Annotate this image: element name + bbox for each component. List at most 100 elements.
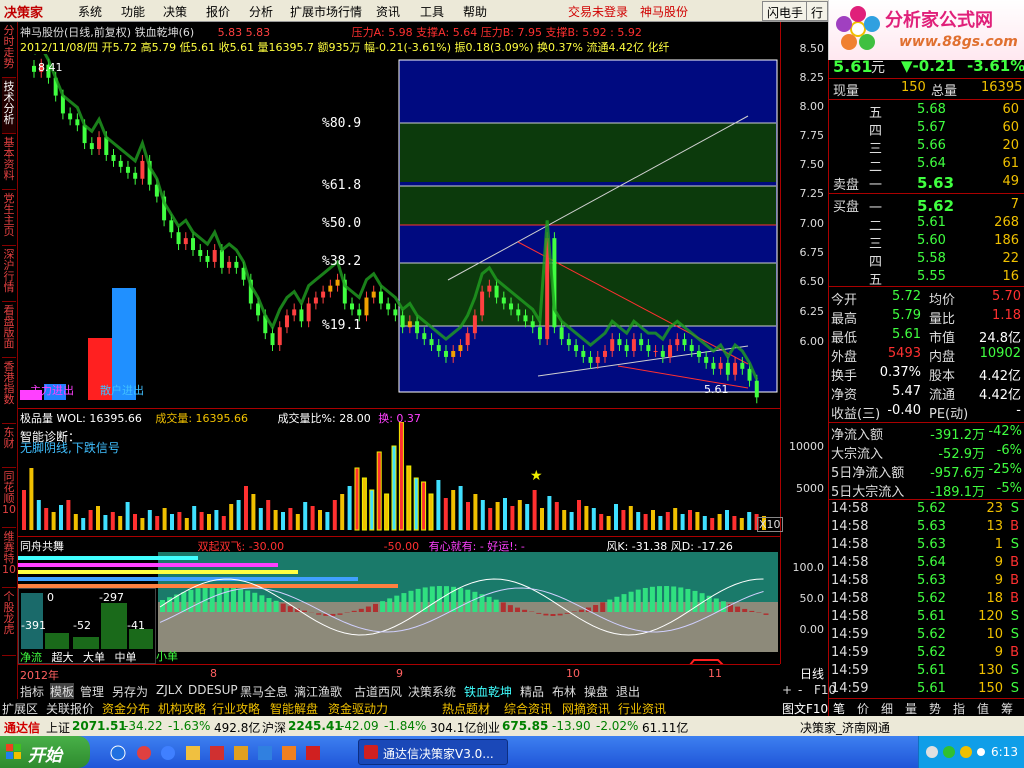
menu-decision[interactable]: 决策 <box>163 3 187 20</box>
volume-bar <box>695 512 700 530</box>
left-tab-basic[interactable]: 基本资料 <box>2 134 16 190</box>
quote-tab[interactable]: 笔 <box>833 700 845 717</box>
left-tab-hk[interactable]: 香港指数 <box>2 358 16 424</box>
left-tab-tech[interactable]: 技术分析 <box>2 78 16 134</box>
menu-info[interactable]: 资讯 <box>376 3 400 20</box>
menu-function[interactable]: 功能 <box>121 3 145 20</box>
candle-body <box>357 309 362 316</box>
start-button[interactable]: 开始 <box>0 736 90 768</box>
flow-bar <box>763 613 769 615</box>
menu-quote[interactable]: 报价 <box>206 3 230 20</box>
left-tab-east[interactable]: 东财 <box>2 424 16 468</box>
volume-bar <box>332 500 337 530</box>
extension-tab[interactable]: 行业资讯 <box>618 700 666 717</box>
indicator-tab[interactable]: 模板 <box>50 683 75 700</box>
menu-analysis[interactable]: 分析 <box>249 3 273 20</box>
extension-tab[interactable]: 智能解盘 <box>270 700 318 717</box>
quote-tab[interactable]: 值 <box>977 700 989 717</box>
quicklaunch-icons[interactable] <box>110 744 340 762</box>
brand-url[interactable]: www.88gs.com <box>899 34 1018 50</box>
volume-bar <box>406 465 412 531</box>
candle-body <box>509 303 514 310</box>
extension-tab[interactable]: 关联报价 <box>46 700 94 717</box>
extension-tab[interactable]: 资金分布 <box>102 700 150 717</box>
menu-more-button[interactable]: 行 <box>806 1 828 21</box>
tick-price: 5.61 <box>917 609 946 624</box>
candle-body <box>111 154 116 161</box>
extension-tab[interactable]: 网摘资讯 <box>562 700 610 717</box>
flow-bar <box>216 586 222 612</box>
left-tab-timeshare[interactable]: 分时走势 <box>2 22 16 78</box>
indicator-tab[interactable]: 管理 <box>80 683 104 700</box>
left-tab-market[interactable]: 深沪行情 <box>2 246 16 302</box>
brand-title: 分析家公式网 <box>885 10 993 31</box>
x10-button[interactable]: X10 <box>757 517 783 532</box>
kline-chart-area[interactable]: 神马股份(日线,前复权) 铁血乾坤(6) 5.83 5.83 压力A: 5.98… <box>18 22 780 682</box>
flow-box-v2: -297 <box>99 591 124 604</box>
quote-tab[interactable]: 指 <box>953 700 965 717</box>
candle-body <box>212 250 217 262</box>
quote-tab[interactable]: 量 <box>905 700 917 717</box>
volume-bar <box>510 506 515 530</box>
chart-control-button[interactable]: + <box>782 683 792 697</box>
left-tab-dragon[interactable]: 个股龙虎 <box>2 588 16 656</box>
flow-bar <box>564 612 570 614</box>
menu-help[interactable]: 帮助 <box>463 3 487 20</box>
quote-tab[interactable]: 筹 <box>1001 700 1013 717</box>
extension-tab[interactable]: 行业攻略 <box>212 700 260 717</box>
volume-bar <box>710 518 715 530</box>
login-status[interactable]: 交易未登录 <box>568 3 628 20</box>
quote-tab[interactable]: 价 <box>857 700 869 717</box>
stat-label: 流通 <box>929 388 956 403</box>
sz-label: 沪深 <box>262 721 287 735</box>
sz-pct: -1.84% <box>384 719 427 733</box>
volume-bar <box>125 502 130 530</box>
menu-ext-market[interactable]: 扩展市场行情 <box>290 3 362 20</box>
menu-tools[interactable]: 工具 <box>420 3 444 20</box>
volume-bar <box>628 506 633 530</box>
left-tab-home[interactable]: 党生主页 <box>2 190 16 246</box>
extension-tab[interactable]: 机构攻略 <box>158 700 206 717</box>
server-name[interactable]: 决策家_济南网通 <box>800 719 890 736</box>
quote-tab[interactable]: 势 <box>929 700 941 717</box>
indicator-tab[interactable]: 另存为 <box>112 683 148 700</box>
extension-tab[interactable]: 扩展区 <box>2 700 38 717</box>
period-daily[interactable]: 日线 <box>800 665 824 682</box>
indicator-tab[interactable]: 铁血乾坤 <box>464 683 512 700</box>
indicator-tab[interactable]: 古道西风 <box>354 683 402 700</box>
flow-bar <box>493 599 499 612</box>
flow-bar <box>209 586 215 612</box>
flash-trade-button[interactable]: 闪电手 <box>762 1 809 21</box>
quote-tab[interactable]: 细 <box>881 700 893 717</box>
indicator-tab[interactable]: 漓江渔歌 <box>294 683 342 700</box>
indicator-tab[interactable]: SUP <box>214 683 238 697</box>
f10-graphic-tab[interactable]: 图文F10 <box>782 700 829 717</box>
indicator-tab[interactable]: 操盘 <box>584 683 608 700</box>
stat-value: 4.42亿 <box>979 388 1021 403</box>
candle-body <box>602 351 607 357</box>
left-tab-vst[interactable]: 维赛特10 <box>2 528 16 588</box>
indicator-tab[interactable]: 精品 <box>520 683 544 700</box>
extension-tab[interactable]: 综合资讯 <box>504 700 552 717</box>
indicator-tab[interactable]: 指标 <box>20 683 44 700</box>
chart-control-button[interactable]: F10 <box>814 683 836 697</box>
volume-bar <box>170 514 174 530</box>
indicator-tab[interactable]: 布林 <box>552 683 576 700</box>
indicator-tab[interactable]: 黑马全息 <box>240 683 288 700</box>
left-tab-ths[interactable]: 同花顺10 <box>2 468 16 528</box>
taskbar-app-item[interactable]: 通达信决策家V3.0... <box>358 739 508 765</box>
candle-body <box>306 303 311 322</box>
indicator-tab[interactable]: ZJLX <box>156 683 183 697</box>
sz-change: -42.09 <box>340 719 379 733</box>
indicator-tab[interactable]: 决策系统 <box>408 683 456 700</box>
tray-icons[interactable] <box>925 744 985 760</box>
indicator-tab[interactable]: 退出 <box>616 683 640 700</box>
candle-body <box>639 339 644 346</box>
extension-tab[interactable]: 热点题材 <box>442 700 490 717</box>
menu-system[interactable]: 系统 <box>78 3 102 20</box>
indicator-tab[interactable]: DDE <box>188 683 214 697</box>
left-tab-layout[interactable]: 看盘版面 <box>2 302 16 358</box>
extension-tab[interactable]: 资金驱动力 <box>328 700 388 717</box>
volume-bar <box>244 486 248 530</box>
chart-control-button[interactable]: - <box>798 683 802 697</box>
